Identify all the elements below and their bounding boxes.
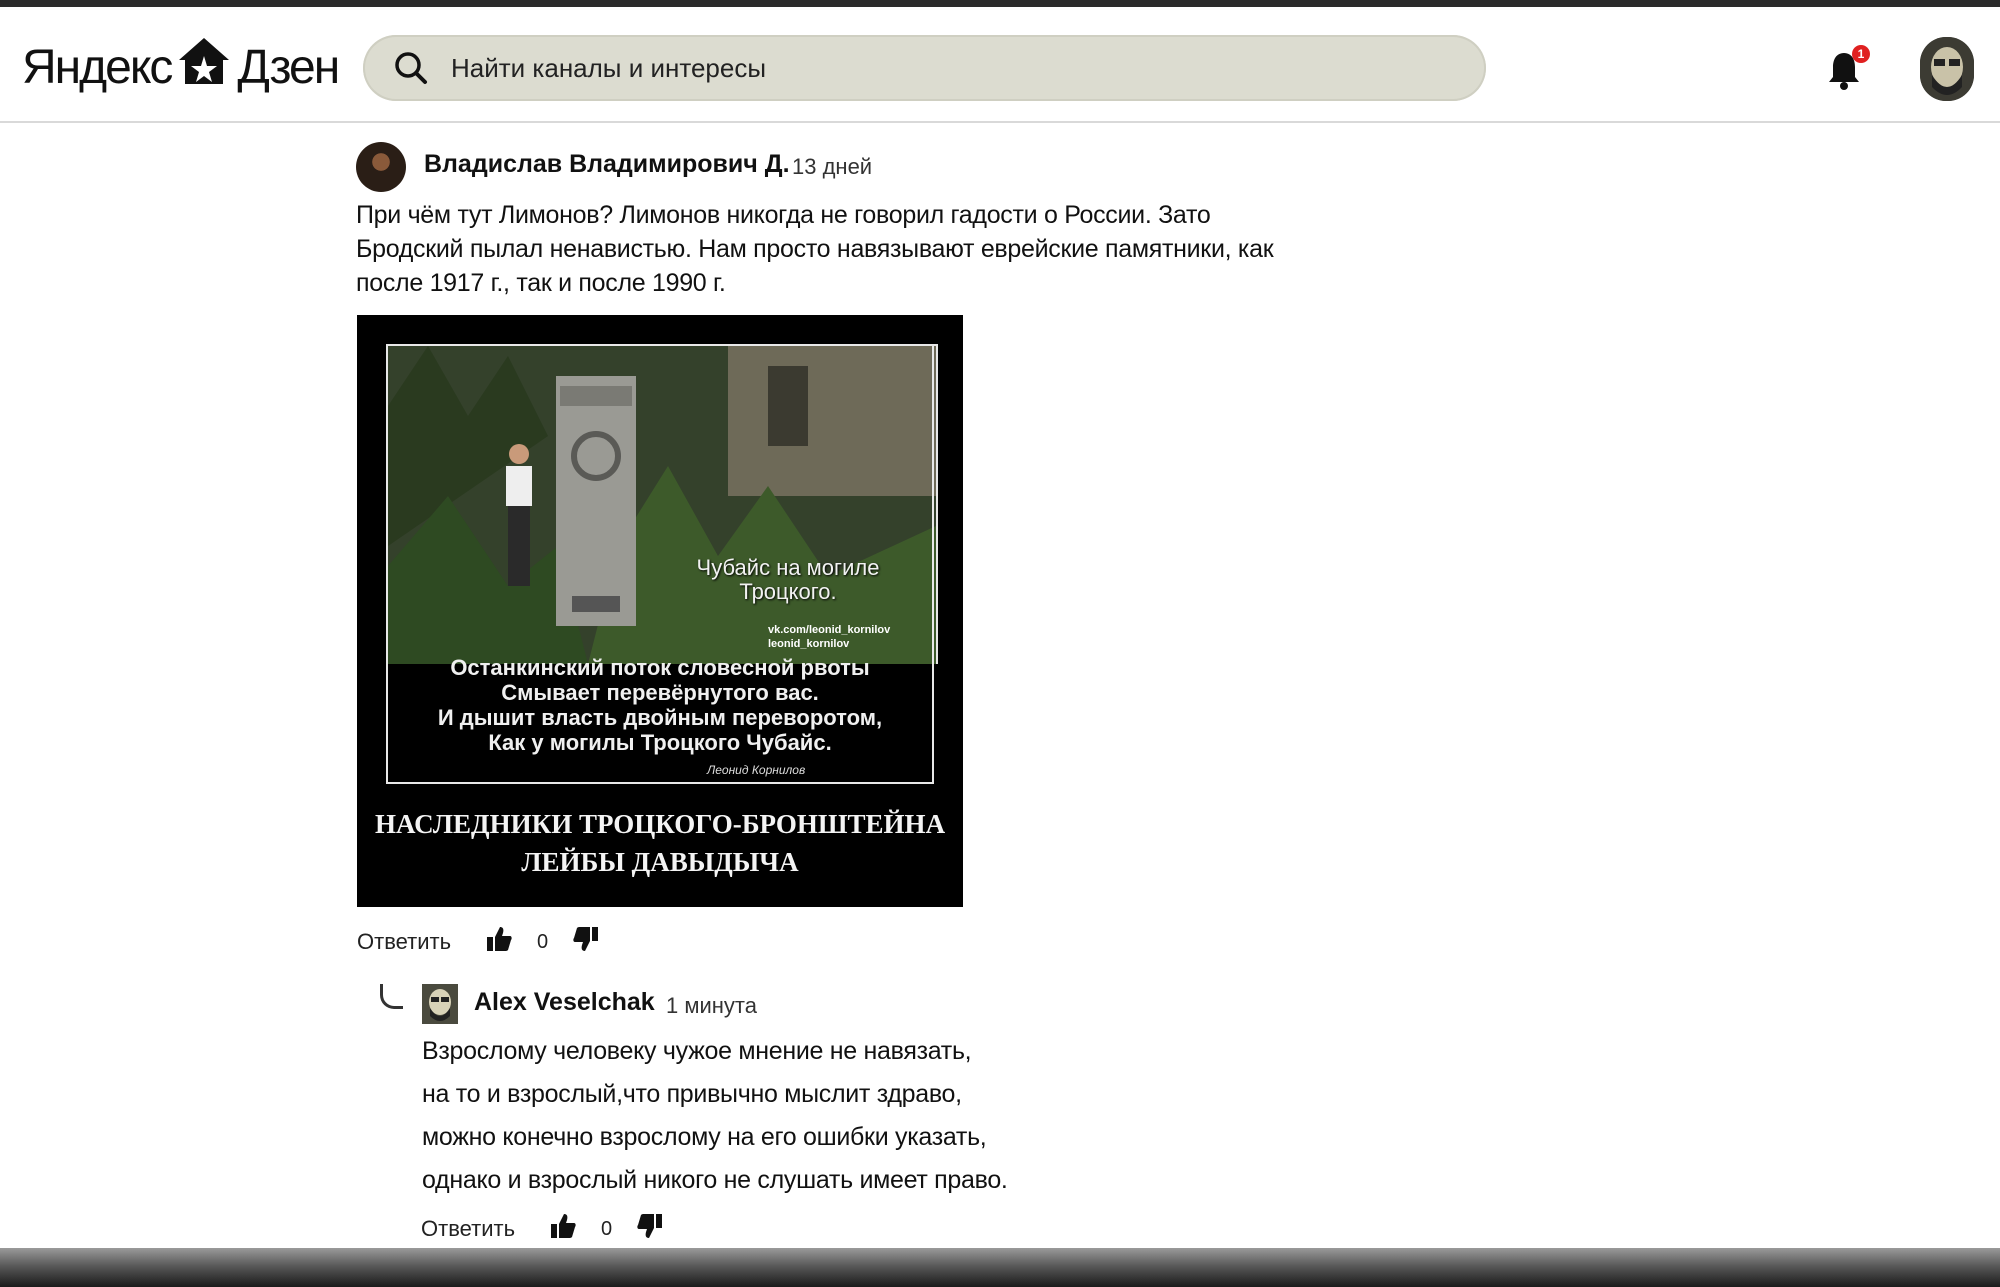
comment-timestamp: 13 дней — [792, 154, 873, 179]
likes-count: 0 — [601, 1217, 613, 1240]
thread-connector — [380, 984, 403, 1009]
poem-text: Останкинский поток словесной рвоты Смыва… — [386, 655, 934, 755]
comment-author-name[interactable]: Владислав Владимирович Д. — [424, 150, 790, 179]
reply-author-avatar[interactable] — [422, 984, 458, 1024]
poem-line: Как у могилы Троцкого Чубайс. — [488, 730, 832, 755]
reply-text-line: на то и взрослый,что привычно мыслит здр… — [422, 1080, 962, 1108]
reply-text: Взрослому человеку чужое мнение не навяз… — [422, 1030, 1222, 1202]
notifications-badge: 1 — [1852, 45, 1870, 63]
reply-text-line: однако и взрослый никого не слушать имее… — [422, 1166, 1008, 1194]
window-frame-bottom — [0, 1248, 2000, 1287]
comment-actions: Ответить 0 — [357, 925, 600, 959]
likes-count: 0 — [537, 930, 549, 953]
like-icon[interactable] — [485, 925, 513, 959]
reply-timestamp: 1 минута — [666, 993, 757, 1018]
logo-text-left: Яндекс — [22, 40, 173, 94]
search-input[interactable]: Найти каналы и интересы — [363, 35, 1486, 101]
notifications-bell-icon[interactable]: 1 — [1826, 45, 1870, 93]
comment-author-avatar[interactable] — [356, 142, 406, 192]
dislike-icon[interactable] — [636, 1212, 664, 1246]
search-icon — [393, 50, 429, 86]
reply-text-line: можно конечно взрослому на его ошибки ук… — [422, 1123, 987, 1151]
top-header: Яндекс Дзен Найти каналы и интересы 1 — [0, 7, 2000, 123]
image-caption: НАСЛЕДНИКИ ТРОЦКОГО-БРОНШТЕЙНА ЛЕЙБЫ ДАВ… — [357, 805, 963, 881]
search-placeholder: Найти каналы и интересы — [451, 52, 767, 83]
reply-button[interactable]: Ответить — [421, 1216, 515, 1242]
yandex-zen-logo[interactable]: Яндекс Дзен — [22, 36, 340, 98]
image-caption-line: ЛЕЙБЫ ДАВЫДЫЧА — [521, 847, 799, 877]
reply-button[interactable]: Ответить — [357, 929, 451, 955]
poem-line: И дышит власть двойным переворотом, — [437, 705, 883, 730]
poem-line: Смывает перевёрнутого вас. — [501, 680, 819, 705]
comment-image[interactable]: Чубайс на могиле Троцкого. vk.com/leonid… — [357, 315, 963, 907]
window-frame-top — [0, 0, 2000, 7]
comment-text: При чём тут Лимонов? Лимонов никогда не … — [356, 201, 1274, 297]
reply-actions: Ответить 0 — [421, 1212, 664, 1246]
dislike-icon[interactable] — [572, 925, 600, 959]
reply-text-line: Взрослому человеку чужое мнение не навяз… — [422, 1037, 972, 1065]
user-avatar[interactable] — [1920, 37, 1974, 101]
like-icon[interactable] — [549, 1212, 577, 1246]
poem-line: Останкинский поток словесной рвоты — [450, 655, 870, 680]
house-icon — [177, 36, 231, 98]
logo-text-right: Дзен — [237, 40, 340, 94]
poem-author: Леонид Корнилов — [707, 763, 806, 777]
reply-author-name[interactable]: Alex Veselchak — [474, 988, 655, 1017]
image-caption-line: НАСЛЕДНИКИ ТРОЦКОГО-БРОНШТЕЙНА — [374, 809, 946, 839]
